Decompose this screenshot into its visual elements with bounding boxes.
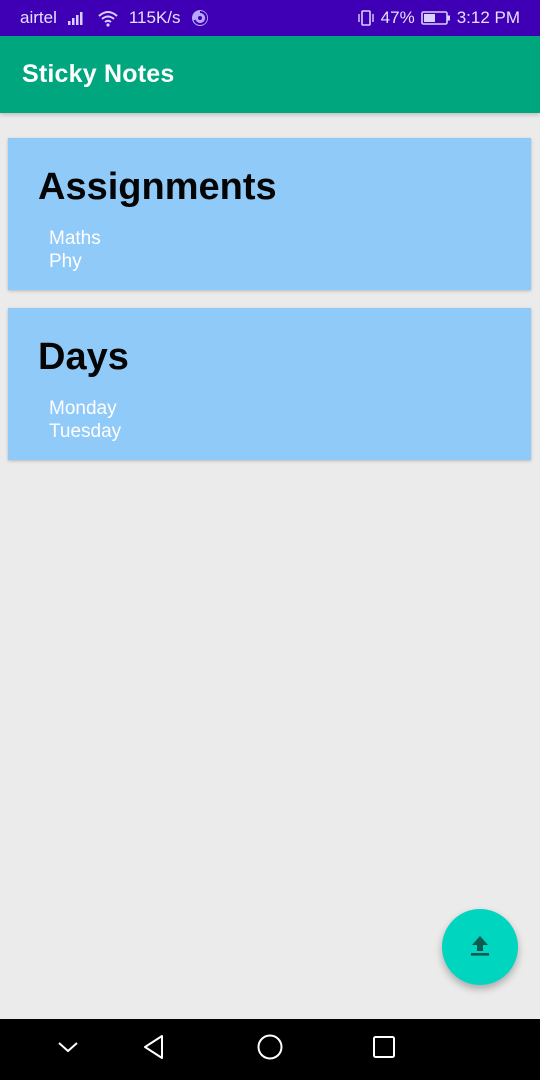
wifi-icon	[97, 9, 119, 27]
note-line: Phy	[49, 251, 82, 272]
app-bar: Sticky Notes	[0, 36, 540, 113]
back-button[interactable]	[124, 1019, 184, 1080]
hide-nav-button[interactable]	[38, 1019, 98, 1080]
note-body: Maths Phy	[49, 227, 101, 273]
note-line: Maths	[49, 228, 101, 249]
chevron-down-icon	[57, 1040, 79, 1059]
note-title: Days	[38, 336, 129, 378]
recents-button[interactable]	[354, 1019, 414, 1080]
note-line: Monday	[49, 398, 117, 419]
battery-percent: 47%	[380, 8, 415, 27]
nav-bar	[0, 1019, 540, 1080]
upload-icon	[467, 932, 493, 963]
vibrate-icon	[357, 9, 375, 27]
screen: airtel 115K/s 47% 3:12 PM Sticky Notes A…	[0, 0, 540, 1080]
battery-icon	[420, 10, 451, 26]
note-line: Tuesday	[49, 421, 122, 442]
note-body: Monday Tuesday	[49, 397, 121, 443]
note-card[interactable]: Assignments Maths Phy	[8, 138, 531, 290]
signal-icon	[67, 10, 87, 26]
home-icon	[256, 1033, 284, 1066]
upload-button[interactable]	[442, 909, 518, 985]
note-card[interactable]: Days Monday Tuesday	[8, 308, 531, 460]
notes-list: Assignments Maths Phy Days Monday Tuesda…	[8, 138, 532, 478]
app-title: Sticky Notes	[22, 60, 175, 88]
clock: 3:12 PM	[456, 8, 520, 27]
status-bar: airtel 115K/s 47% 3:12 PM	[0, 0, 540, 36]
home-button[interactable]	[240, 1019, 300, 1080]
carrier-label: airtel	[20, 8, 57, 27]
sync-icon	[191, 9, 209, 27]
network-speed: 115K/s	[128, 8, 181, 27]
back-icon	[142, 1034, 166, 1065]
recents-icon	[371, 1034, 397, 1065]
status-right: 47% 3:12 PM	[357, 0, 520, 36]
status-left: airtel 115K/s	[20, 0, 209, 36]
note-title: Assignments	[38, 166, 277, 208]
